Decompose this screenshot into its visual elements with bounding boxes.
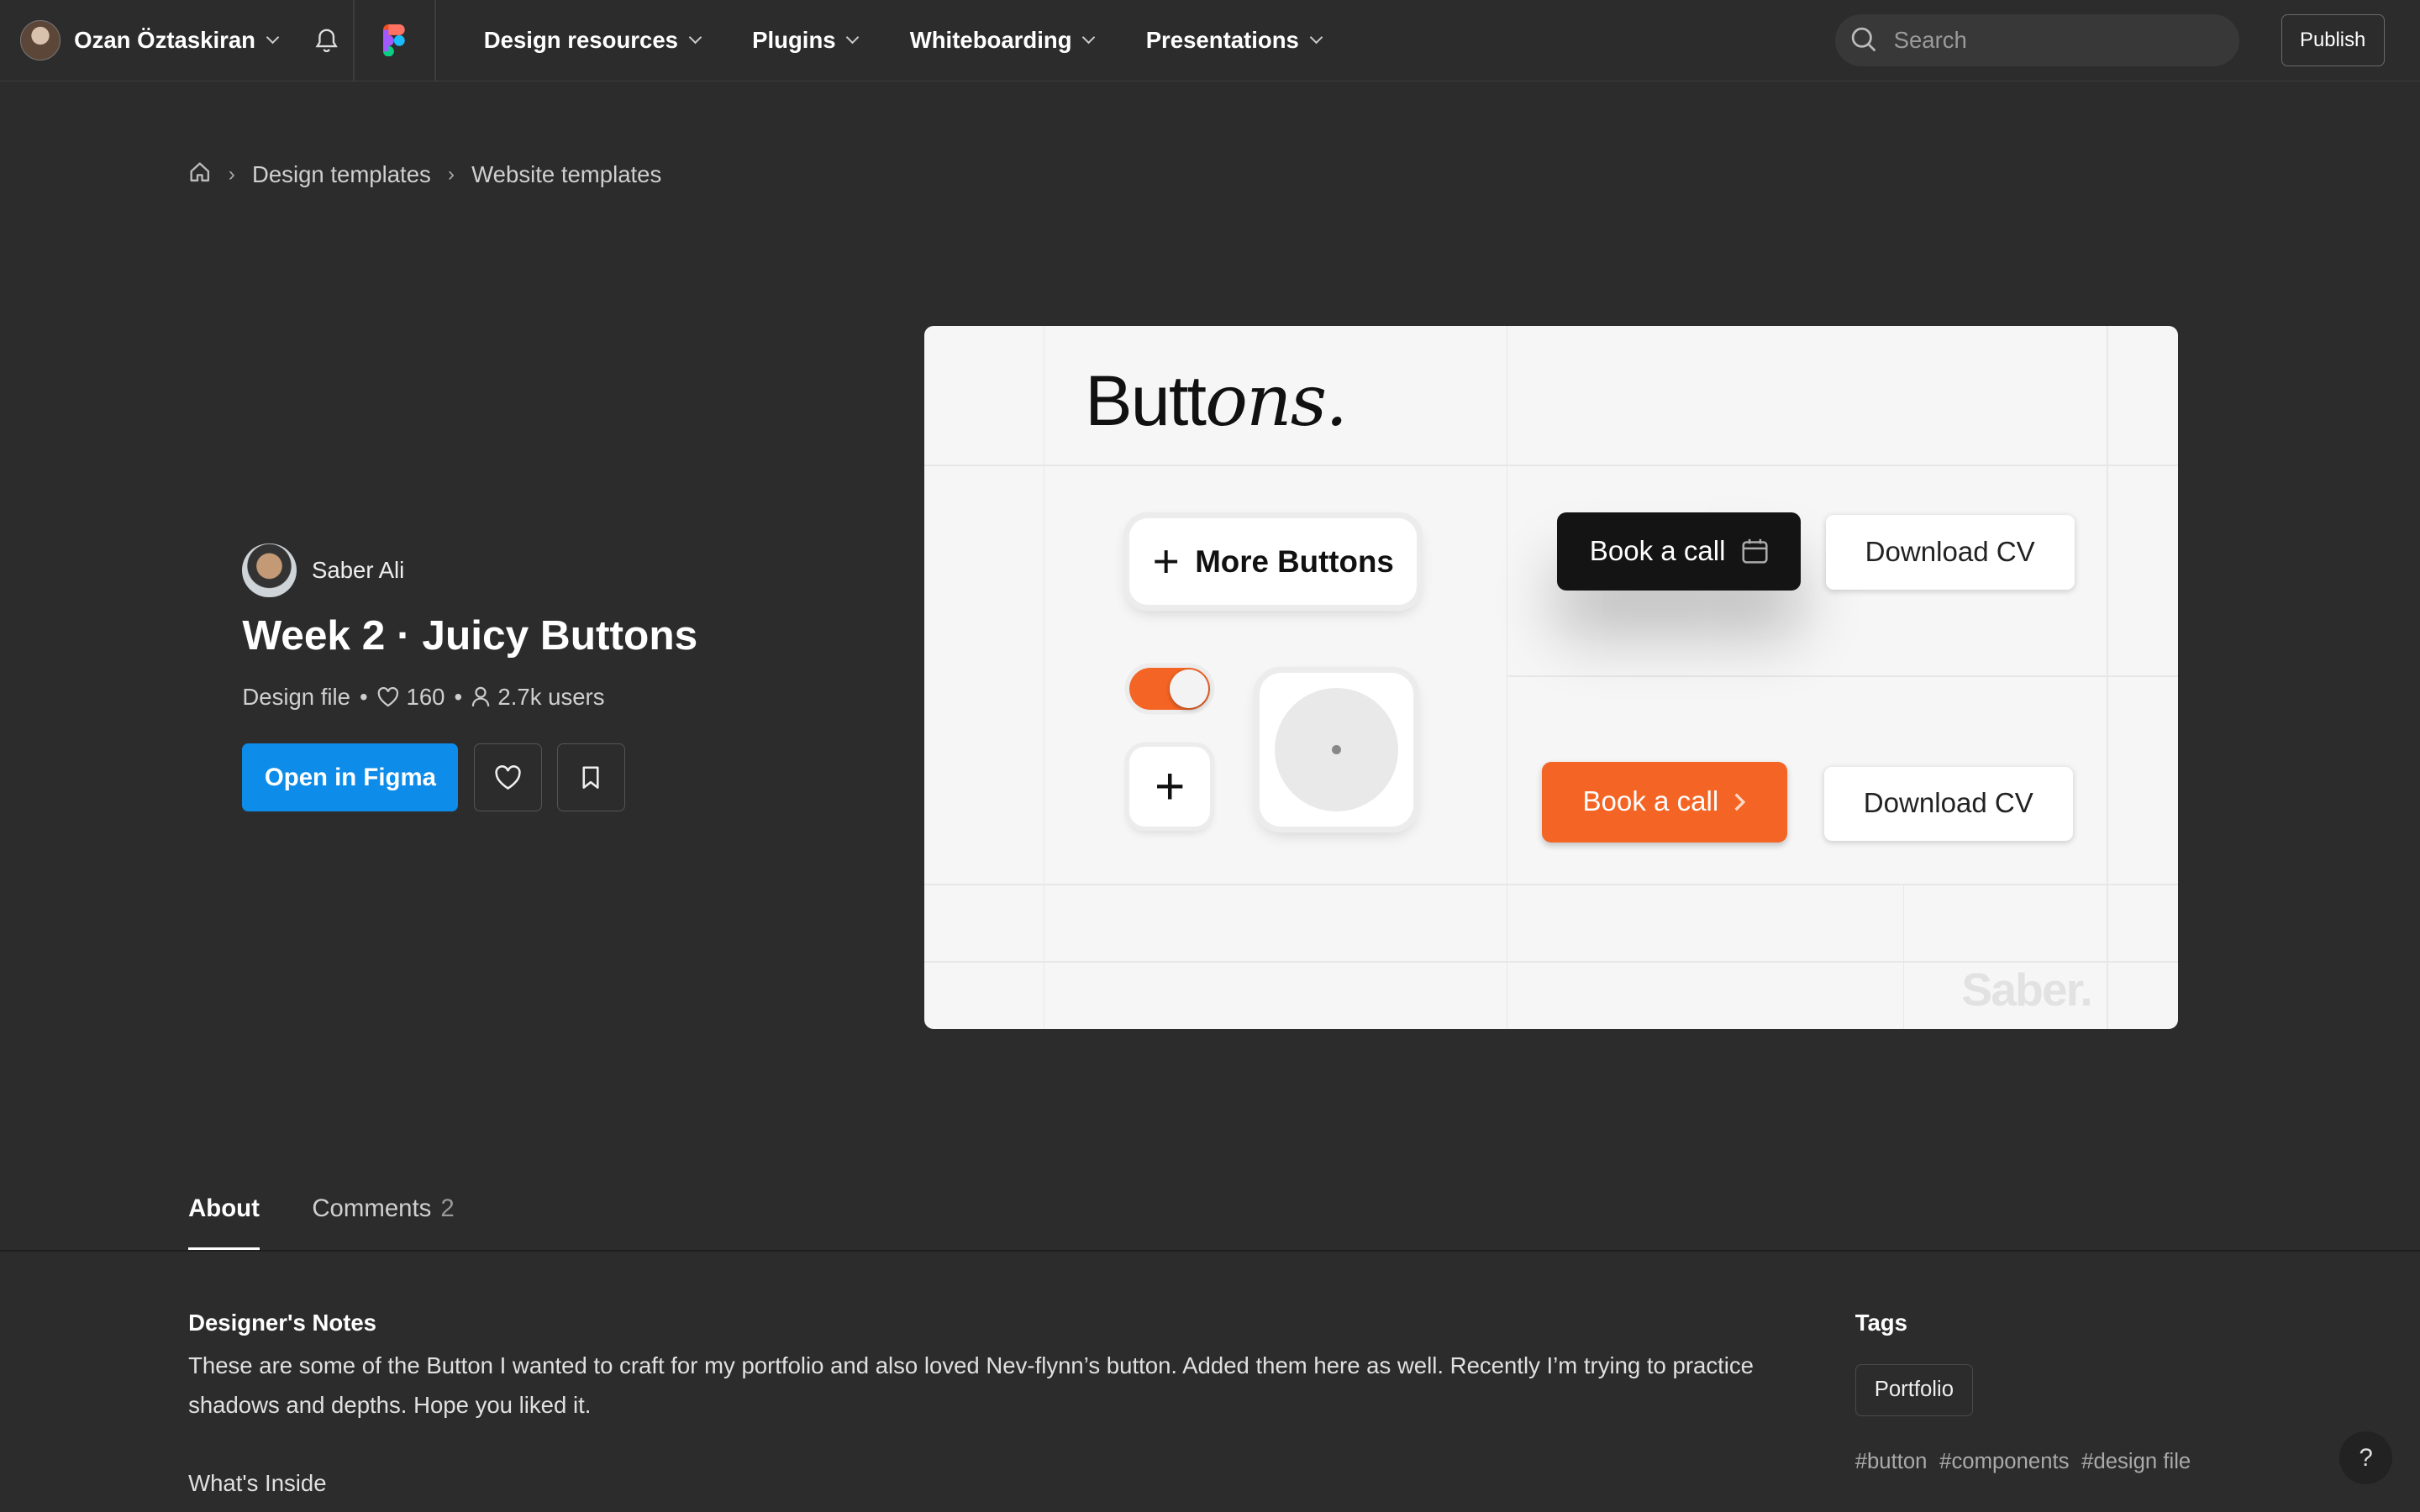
- chevron-down-icon: [266, 30, 279, 45]
- preview-more-buttons: + More Buttons: [1129, 518, 1418, 605]
- designer-notes-heading: Designer's Notes: [188, 1310, 377, 1336]
- hashtag-list: #button #components #design file: [1855, 1450, 2203, 1474]
- account-menu[interactable]: Ozan Öztaskiran: [0, 0, 279, 81]
- grid-line: [1506, 675, 2178, 678]
- notifications-bell-icon[interactable]: [311, 25, 342, 56]
- figma-logo-icon[interactable]: [355, 0, 435, 81]
- chevron-down-icon: [1309, 30, 1323, 45]
- grid-line: [1043, 325, 1045, 1030]
- preview-plus-button: +: [1129, 746, 1210, 827]
- nav-design-resources[interactable]: Design resources: [483, 27, 702, 54]
- file-type: Design file: [242, 683, 350, 710]
- bookmark-icon: [582, 766, 599, 789]
- main-nav: Design resources Plugins Whiteboarding P…: [484, 27, 1373, 54]
- like-button[interactable]: [473, 743, 542, 812]
- file-title: Week 2 · Juicy Buttons: [242, 612, 698, 659]
- preview-heading-script: ons.: [1205, 359, 1348, 442]
- chevron-right-icon: [1734, 793, 1745, 811]
- breadcrumb-link-design-templates[interactable]: Design templates: [252, 161, 431, 188]
- download-cv-label: Download CV: [1865, 536, 2035, 568]
- tab-comments[interactable]: Comments 2: [312, 1194, 454, 1250]
- heart-icon: [377, 686, 398, 707]
- grid-line: [924, 884, 2178, 886]
- author-link[interactable]: Saber Ali: [242, 543, 404, 597]
- hashtag-components[interactable]: #components: [1939, 1450, 2069, 1474]
- nav-whiteboarding[interactable]: Whiteboarding: [909, 27, 1096, 54]
- bookmark-button[interactable]: [557, 743, 625, 812]
- nav-label: Whiteboarding: [909, 27, 1072, 54]
- plus-icon: +: [1154, 757, 1186, 816]
- preview-book-call-dark: Book a call: [1557, 512, 1802, 591]
- heart-icon: [495, 765, 521, 790]
- breadcrumb: › Design templates › Website templates: [188, 160, 661, 190]
- hashtag-button[interactable]: #button: [1855, 1450, 1928, 1474]
- tab-about[interactable]: About: [188, 1194, 260, 1250]
- preview-heading: Buttons.: [1085, 359, 1348, 442]
- toggle-knob: [1170, 669, 1209, 708]
- search-box[interactable]: [1834, 13, 2240, 66]
- book-call-label: Book a call: [1582, 786, 1719, 818]
- whats-inside-heading: What's Inside: [188, 1470, 327, 1497]
- likes-count: 160: [406, 683, 445, 710]
- content-tabs: About Comments 2: [188, 1194, 507, 1250]
- grid-line: [924, 464, 2178, 466]
- home-icon[interactable]: [188, 160, 212, 190]
- preview-download-cv-top: Download CV: [1825, 515, 2075, 590]
- dial-disc: [1275, 688, 1399, 812]
- tab-comments-label: Comments: [312, 1194, 432, 1222]
- user-name: Ozan Öztaskiran: [74, 27, 255, 54]
- calendar-icon: [1742, 538, 1768, 564]
- grid-line: [1902, 884, 1905, 1030]
- top-navigation-bar: Ozan Öztaskiran Design resources Plugins…: [0, 0, 2420, 82]
- hashtag-design-file[interactable]: #design file: [2081, 1450, 2191, 1474]
- tab-about-label: About: [188, 1194, 260, 1222]
- file-meta: Design file • 160 • 2.7k users: [242, 684, 604, 711]
- file-preview-thumbnail[interactable]: Buttons. + More Buttons + Book a call Do…: [924, 325, 2178, 1030]
- preview-watermark: Saber.: [1961, 963, 2092, 1016]
- designer-notes-text: These are some of the Button I wanted to…: [188, 1352, 1754, 1419]
- chevron-down-icon: [688, 30, 702, 45]
- preview-more-buttons-label: More Buttons: [1195, 543, 1394, 579]
- divider: [434, 0, 436, 81]
- grid-line: [2107, 325, 2108, 1030]
- chevron-right-icon: ›: [448, 163, 455, 186]
- user-avatar: [19, 20, 60, 61]
- nav-plugins[interactable]: Plugins: [752, 27, 860, 54]
- user-icon: [471, 686, 490, 706]
- chevron-down-icon: [845, 30, 860, 45]
- separator-dot: •: [454, 683, 463, 710]
- author-name: Saber Ali: [312, 556, 405, 583]
- grid-line: [1506, 325, 1508, 1030]
- breadcrumb-link-website-templates[interactable]: Website templates: [471, 161, 661, 188]
- search-input[interactable]: [1890, 24, 2200, 55]
- open-in-figma-button[interactable]: Open in Figma: [242, 743, 459, 812]
- preview-heading-plain: Butt: [1085, 360, 1207, 440]
- publish-button[interactable]: Publish: [2281, 13, 2385, 66]
- nav-presentations[interactable]: Presentations: [1145, 27, 1323, 54]
- download-cv-label: Download CV: [1863, 787, 2033, 819]
- file-actions: Open in Figma: [242, 743, 625, 812]
- plus-icon: +: [1152, 534, 1180, 587]
- preview-download-cv-bottom: Download CV: [1823, 766, 2073, 841]
- help-button[interactable]: ?: [2339, 1431, 2392, 1484]
- preview-dial: [1259, 672, 1414, 827]
- search-icon: [1851, 27, 1876, 52]
- tags-heading: Tags: [1854, 1310, 1907, 1336]
- preview-book-call-orange: Book a call: [1541, 762, 1787, 843]
- nav-label: Plugins: [752, 27, 836, 54]
- nav-label: Design resources: [483, 27, 678, 54]
- author-avatar: [242, 543, 297, 597]
- chevron-right-icon: ›: [228, 163, 235, 186]
- separator-dot: •: [360, 683, 368, 710]
- nav-label: Presentations: [1145, 27, 1299, 54]
- preview-toggle: [1129, 668, 1210, 710]
- tag-chip-portfolio[interactable]: Portfolio: [1854, 1363, 1974, 1417]
- book-call-label: Book a call: [1589, 535, 1726, 567]
- chevron-down-icon: [1081, 30, 1096, 45]
- tabs-divider: [0, 1249, 2420, 1252]
- comments-count-badge: 2: [440, 1194, 455, 1222]
- users-count: 2.7k users: [497, 683, 605, 710]
